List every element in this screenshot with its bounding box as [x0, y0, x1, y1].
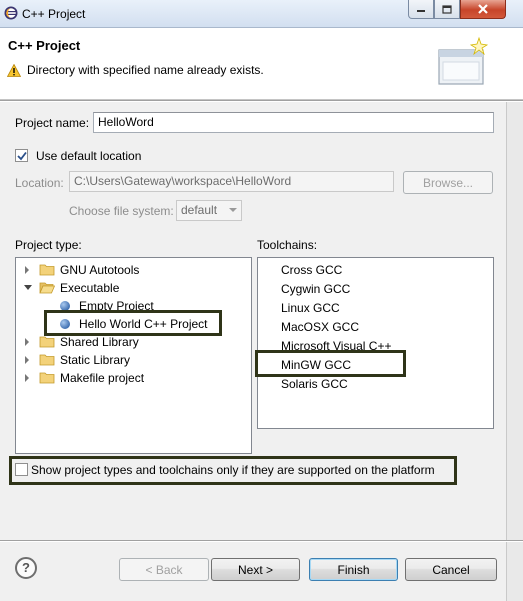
hello-world-annotation-box: [44, 310, 222, 336]
toolchains-label: Toolchains:: [257, 238, 318, 252]
folder-icon: [39, 354, 55, 366]
folder-icon: [39, 264, 55, 276]
tree-item-gnu-autotools[interactable]: GNU Autotools: [16, 261, 251, 279]
file-system-value: default: [181, 203, 218, 217]
help-button[interactable]: ?: [15, 557, 37, 579]
close-icon: [478, 4, 488, 14]
next-button[interactable]: Next >: [211, 558, 300, 581]
window-title: C++ Project: [22, 7, 86, 21]
folder-icon: [39, 372, 55, 384]
tree-item-label: Makefile project: [60, 371, 145, 385]
file-system-select[interactable]: default: [176, 200, 242, 221]
warning-icon: [7, 64, 21, 77]
help-icon: ?: [22, 560, 30, 575]
expand-arrow-icon: [25, 374, 29, 382]
toolchain-item-solaris-gcc[interactable]: Solaris GCC: [281, 377, 348, 391]
title-bar[interactable]: C++ Project: [0, 0, 523, 28]
tree-item-label: GNU Autotools: [60, 263, 140, 277]
toolchain-item-cygwin-gcc[interactable]: Cygwin GCC: [281, 282, 350, 296]
tree-item-label: Executable: [60, 281, 120, 295]
tree-item-static-library[interactable]: Static Library: [16, 351, 251, 369]
header-separator: [0, 100, 523, 102]
toolchain-item-linux-gcc[interactable]: Linux GCC: [281, 301, 340, 315]
close-button[interactable]: [460, 0, 506, 19]
expand-arrow-icon: [25, 266, 29, 274]
use-default-location-label: Use default location: [36, 149, 142, 163]
use-default-location-checkbox[interactable]: [15, 149, 28, 162]
cancel-button[interactable]: Cancel: [405, 558, 497, 581]
minimize-button[interactable]: [408, 0, 434, 19]
tree-item-executable[interactable]: Executable: [16, 279, 251, 297]
tree-item-label: Static Library: [60, 353, 131, 367]
finish-button[interactable]: Finish: [309, 558, 398, 581]
supported-only-checkbox[interactable]: [15, 463, 28, 476]
wizard-header: C++ Project Directory with specified nam…: [0, 28, 523, 100]
location-input[interactable]: C:\Users\Gateway\workspace\HelloWord: [69, 171, 394, 192]
file-system-label: Choose file system:: [69, 204, 174, 218]
browse-button[interactable]: Browse...: [403, 171, 493, 194]
toolchain-item-cross-gcc[interactable]: Cross GCC: [281, 263, 342, 277]
footer-separator: [0, 540, 523, 542]
eclipse-icon: [4, 6, 18, 20]
project-type-label: Project type:: [15, 238, 82, 252]
project-name-input[interactable]: HelloWord: [93, 112, 494, 133]
minimize-icon: [417, 10, 425, 12]
supported-only-label: Show project types and toolchains only i…: [31, 463, 435, 477]
maximize-button[interactable]: [434, 0, 460, 19]
collapse-arrow-icon: [24, 285, 32, 290]
folder-icon: [39, 336, 55, 348]
folder-open-icon: [39, 282, 55, 294]
expand-arrow-icon: [25, 338, 29, 346]
cpp-project-dialog: C++ Project C++ Project Directory with s…: [0, 0, 523, 601]
tree-item-makefile-project[interactable]: Makefile project: [16, 369, 251, 387]
back-button[interactable]: < Back: [119, 558, 209, 581]
toolchains-list[interactable]: Cross GCC Cygwin GCC Linux GCC MacOSX GC…: [257, 257, 494, 429]
chevron-down-icon: [229, 208, 237, 212]
new-project-wizard-icon: [438, 36, 489, 85]
wizard-message: Directory with specified name already ex…: [27, 63, 264, 77]
maximize-icon: [442, 4, 452, 14]
project-type-tree[interactable]: GNU Autotools Executable Empty Project H…: [15, 257, 252, 454]
wizard-title: C++ Project: [8, 38, 81, 53]
checkmark-icon: [17, 151, 27, 161]
project-name-label: Project name:: [15, 116, 90, 130]
expand-arrow-icon: [25, 356, 29, 364]
tree-item-label: Shared Library: [60, 335, 139, 349]
location-label: Location:: [15, 176, 64, 190]
toolchain-item-macosx-gcc[interactable]: MacOSX GCC: [281, 320, 359, 334]
mingw-annotation-box: [255, 350, 406, 377]
